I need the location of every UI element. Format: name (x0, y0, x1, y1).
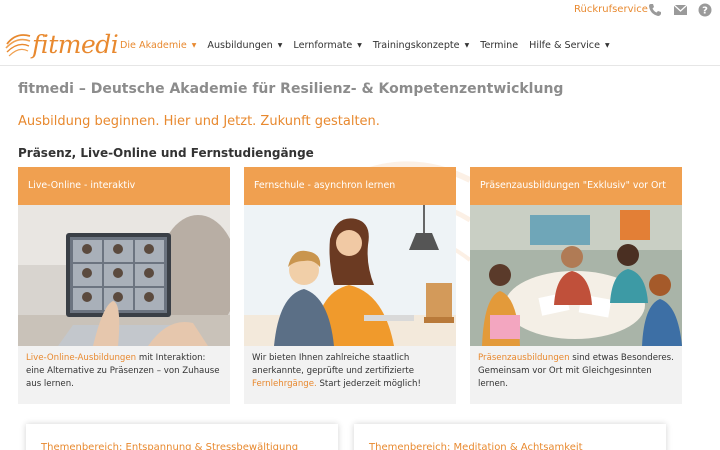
card-link[interactable]: Live-Online-Ausbildungen (26, 353, 136, 363)
nav-item-hilfe-service[interactable]: Hilfe & Service ▼ (529, 40, 610, 51)
theme-card-meditation[interactable]: Themenbereich: Meditation & Achtsamkeit (354, 424, 666, 450)
card-description: Live-Online-Ausbildungen mit Interaktion… (26, 353, 220, 389)
nav-item-termine[interactable]: Termine (480, 40, 518, 51)
card-link[interactable]: Fernlehrgänge. (252, 379, 317, 389)
logo-text: fitmedi (32, 30, 119, 59)
card-fernschule[interactable]: Fernschule - asynchron lernen Wir bieten… (244, 167, 456, 404)
phone-icon[interactable] (648, 3, 662, 17)
caret-down-icon: ▼ (277, 42, 283, 49)
card-description: Wir bieten Ihnen zahlreiche staatlich an… (252, 353, 421, 389)
section-title: Präsenz, Live-Online und Fernstudiengäng… (18, 146, 314, 160)
caret-down-icon: ▼ (191, 42, 197, 49)
card-live-online[interactable]: Live-Online - interaktiv Live-Online-Aus… (18, 167, 230, 404)
mail-icon[interactable] (673, 3, 688, 17)
theme-card-entspannung[interactable]: Themenbereich: Entspannung & Stressbewäl… (26, 424, 338, 450)
nav-item-ausbildungen[interactable]: Ausbildungen ▼ (207, 40, 282, 51)
page-title: fitmedi – Deutsche Akademie für Resilien… (18, 81, 564, 97)
nav-item-trainingskonzepte[interactable]: Trainingskonzepte ▼ (373, 40, 469, 51)
card-image-group-learning[interactable] (470, 205, 682, 346)
nav-item-die-akademie[interactable]: Die Akademie ▼ (120, 40, 196, 51)
card-title[interactable]: Fernschule - asynchron lernen (244, 167, 456, 205)
card-praesenz[interactable]: Präsenzausbildungen "Exklusiv" vor Ort P… (470, 167, 682, 404)
card-link[interactable]: Präsenzausbildungen (478, 353, 570, 363)
card-image-video-call[interactable] (18, 205, 230, 346)
card-title[interactable]: Präsenzausbildungen "Exklusiv" vor Ort (470, 167, 682, 205)
site-header: fitmedi Die Akademie ▼ Ausbildungen ▼ Lern… (0, 22, 720, 66)
caret-down-icon: ▼ (464, 42, 470, 49)
caret-down-icon: ▼ (357, 42, 362, 49)
theme-card-title[interactable]: Themenbereich: Meditation & Achtsamkeit (369, 442, 583, 450)
main-nav: Die Akademie ▼ Ausbildungen ▼ Lernformate ▼… (120, 40, 621, 51)
card-title[interactable]: Live-Online - interaktiv (18, 167, 230, 205)
top-utility-bar: Rückrufservice ? (0, 0, 720, 22)
svg-text:?: ? (702, 6, 708, 17)
caret-down-icon: ▼ (605, 42, 610, 49)
theme-card-title[interactable]: Themenbereich: Entspannung & Stressbewäl… (41, 442, 298, 450)
card-image-mother-child[interactable] (244, 205, 456, 346)
nav-item-lernformate[interactable]: Lernformate ▼ (293, 40, 361, 51)
tagline: Ausbildung beginnen. Hier und Jetzt. Zuk… (18, 114, 380, 129)
logo-swirl-icon (5, 34, 31, 57)
help-icon[interactable]: ? (698, 3, 712, 17)
card-description: Präsenzausbildungen sind etwas Besondere… (478, 353, 674, 389)
callback-service-link[interactable]: Rückrufservice (574, 4, 648, 15)
